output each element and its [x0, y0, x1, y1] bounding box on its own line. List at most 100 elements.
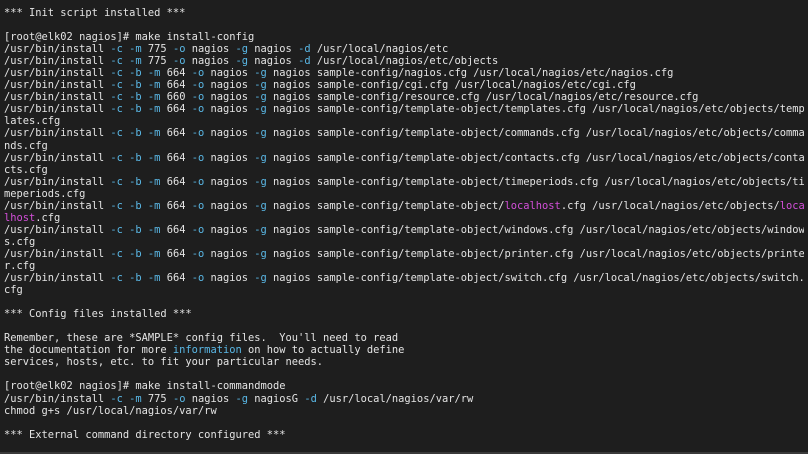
output-text: nds.cfg — [4, 139, 48, 152]
output-text: /usr/bin/install — [4, 175, 111, 188]
terminal-window[interactable]: *** Init script installed *** [root@elk02… — [0, 0, 808, 454]
output-text: r.cfg — [4, 259, 36, 272]
terminal-output: *** Init script installed *** [root@elk02… — [4, 7, 804, 441]
option-flag: -d — [298, 43, 311, 56]
output-text: nagios — [204, 103, 255, 116]
output-text: chmod g+s /usr/local/nagios/var/rw — [4, 404, 217, 417]
terminal-line: *** External command directory configure… — [4, 429, 804, 441]
option-flag: -b — [129, 127, 142, 140]
output-text: cfg — [4, 284, 23, 297]
option-flag: -m — [147, 175, 161, 188]
output-text: 664 — [160, 127, 192, 140]
option-flag: -m — [147, 151, 161, 164]
output-text: nagios — [248, 55, 299, 68]
output-text: nagios — [204, 91, 255, 104]
output-text: nagios sample-config/cgi.cfg /usr/local/… — [266, 79, 636, 92]
output-text: nagios — [204, 247, 255, 260]
output-text: .cfg — [35, 211, 61, 224]
option-flag: -g — [235, 392, 249, 405]
output-text: [root@elk02 nagios]# make install-config — [4, 31, 255, 44]
option-flag: -m — [129, 392, 142, 405]
option-flag: -c — [110, 127, 123, 140]
option-flag: -o — [191, 79, 205, 92]
output-text: nagios sample-config/template-object/swi… — [266, 272, 804, 285]
output-text: 664 — [160, 151, 192, 164]
output-text: /usr/bin/install — [4, 103, 111, 116]
option-flag: -g — [254, 91, 267, 104]
option-flag: -c — [110, 272, 123, 285]
output-text: nagios — [204, 151, 255, 164]
output-text: nagios — [204, 175, 255, 188]
option-flag: -c — [110, 392, 123, 405]
output-text: 775 — [141, 392, 173, 405]
terminal-line: /usr/bin/install -c -b -m 664 -o nagios … — [4, 127, 804, 139]
highlighted-text: loca — [779, 199, 804, 212]
output-text: nagios — [204, 199, 255, 212]
option-flag: -g — [254, 272, 267, 285]
output-text: nagios — [248, 43, 299, 56]
option-flag: -m — [147, 103, 161, 116]
output-text: nagios sample-config/template-object/con… — [266, 151, 804, 164]
option-flag: -g — [254, 223, 267, 236]
option-flag: -g — [254, 151, 267, 164]
output-text: 775 — [141, 55, 173, 68]
output-text: 664 — [160, 103, 192, 116]
option-flag: -o — [172, 43, 186, 56]
terminal-line: /usr/bin/install -c -b -m 664 -o nagios … — [4, 152, 804, 164]
output-text: *** External command directory configure… — [4, 428, 286, 441]
output-text: .cfg /usr/local/nagios/etc/objects/ — [560, 199, 780, 212]
output-text: nagios — [185, 392, 236, 405]
option-flag: -c — [110, 223, 123, 236]
output-text: meperiods.cfg — [4, 187, 86, 200]
terminal-line: /usr/bin/install -c -b -m 660 -o nagios … — [4, 91, 804, 103]
option-flag: -b — [129, 151, 142, 164]
terminal-line: /usr/bin/install -c -b -m 664 -o nagios … — [4, 103, 804, 115]
option-flag: -c — [110, 103, 123, 116]
terminal-line: /usr/bin/install -c -b -m 664 -o nagios … — [4, 272, 804, 284]
option-flag: -m — [147, 67, 161, 80]
option-flag: -o — [172, 392, 186, 405]
output-text: *** Config files installed *** — [4, 308, 192, 321]
terminal-line: /usr/bin/install -c -b -m 664 -o nagios … — [4, 67, 804, 79]
terminal-line: meperiods.cfg — [4, 188, 804, 200]
output-text: /usr/bin/install — [4, 247, 111, 260]
output-text: /usr/bin/install — [4, 392, 111, 405]
output-text: nagios sample-config/template-object/tim… — [266, 175, 804, 188]
option-flag: -b — [129, 67, 142, 80]
output-text: nagios — [204, 272, 255, 285]
output-text: /usr/bin/install — [4, 43, 111, 56]
output-text: /usr/bin/install — [4, 199, 111, 212]
option-flag: -o — [191, 223, 205, 236]
option-flag: -c — [110, 247, 123, 260]
option-flag: -g — [254, 127, 267, 140]
output-text: 664 — [160, 67, 192, 80]
output-text: /usr/bin/install — [4, 79, 111, 92]
option-flag: -o — [191, 199, 205, 212]
output-text: lates.cfg — [4, 115, 61, 128]
option-flag: -o — [191, 151, 205, 164]
output-text: 664 — [160, 199, 192, 212]
option-flag: -g — [254, 247, 267, 260]
option-flag: -b — [129, 272, 142, 285]
option-flag: -m — [147, 127, 161, 140]
terminal-line: /usr/bin/install -c -b -m 664 -o nagios … — [4, 224, 804, 236]
terminal-line: /usr/bin/install -c -m 775 -o nagios -g … — [4, 393, 804, 405]
option-flag: -c — [110, 91, 123, 104]
output-text: [root@elk02 nagios]# make install-comman… — [4, 380, 286, 393]
option-flag: -b — [129, 175, 142, 188]
output-text: 664 — [160, 223, 192, 236]
output-text: 775 — [141, 43, 173, 56]
option-flag: -d — [298, 55, 311, 68]
option-flag: -o — [191, 127, 205, 140]
option-flag: -d — [304, 392, 317, 405]
output-text: nagios sample-config/nagios.cfg /usr/loc… — [266, 67, 674, 80]
output-text: nagios sample-config/template-object/com… — [266, 127, 804, 140]
terminal-line: /usr/bin/install -c -b -m 664 -o nagios … — [4, 79, 804, 91]
option-flag: -o — [191, 91, 205, 104]
highlighted-text: lhost — [4, 211, 36, 224]
option-flag: -g — [254, 199, 267, 212]
